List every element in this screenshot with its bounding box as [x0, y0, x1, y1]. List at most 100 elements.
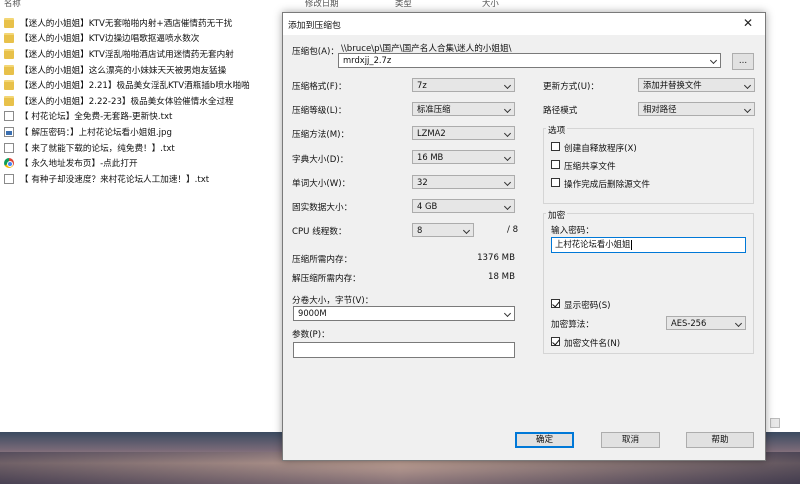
column-header-type[interactable]: 类型	[395, 0, 412, 9]
memory-compress-value: 1376 MB	[477, 253, 515, 263]
chevron-down-icon	[462, 226, 471, 235]
file-name: 【迷人的小姐姐】2.22-23】极品美女体验催情水全过程	[20, 96, 234, 107]
chevron-down-icon	[503, 129, 512, 138]
format-select[interactable]: 7z	[412, 78, 515, 92]
file-name: 【迷人的小姐姐】2.21】极品美女淫乱KTV酒瓶插b喷水啪啪	[20, 81, 250, 92]
file-name: 【 有种子却没速度？来村花论坛人工加速！】.txt	[20, 174, 210, 185]
dictionary-value: 16 MB	[417, 152, 444, 162]
file-row[interactable]: 【迷人的小姐姐】KTV边操边唱歌抠逼喷水数次	[4, 31, 250, 47]
file-list: 【迷人的小姐姐】KTV无套啪啪内射+酒店催情药无干扰 【迷人的小姐姐】KTV边操边…	[4, 15, 250, 187]
file-row[interactable]: 【 有种子却没速度？来村花论坛人工加速！】.txt	[4, 171, 250, 187]
file-row[interactable]: 【迷人的小姐姐】这么漂亮的小妹妹天天被男炮友猛操	[4, 62, 250, 78]
dictionary-select[interactable]: 16 MB	[412, 150, 515, 164]
view-tiles-icon[interactable]	[770, 418, 780, 428]
level-label: 压缩等级(L)：	[292, 106, 347, 116]
help-button[interactable]: 帮助	[686, 432, 754, 448]
threads-total: / 8	[507, 225, 519, 235]
update-mode-label: 更新方式(U)：	[543, 82, 599, 92]
file-name: 【迷人的小姐姐】这么漂亮的小妹妹天天被男炮友猛操	[20, 65, 227, 76]
word-size-value: 32	[417, 177, 428, 187]
encryption-group-title: 加密	[546, 209, 568, 221]
path-mode-label: 路径模式	[543, 106, 578, 116]
file-row[interactable]: 【 解压密码：】上村花论坛看小姐姐.jpg	[4, 124, 250, 140]
file-name: 【迷人的小姐姐】KTV淫乱啪啪酒店试用迷情药无套内射	[20, 49, 234, 60]
compress-shared-label[interactable]: 压缩共享文件	[564, 160, 616, 172]
archive-name-value: mrdxjj_2.7z	[343, 55, 392, 65]
threads-select[interactable]: 8	[412, 223, 474, 237]
encrypt-names-checkbox[interactable]	[551, 337, 560, 346]
text-caret	[631, 239, 633, 250]
options-group-title: 选项	[546, 124, 568, 136]
delete-after-label[interactable]: 操作完成后删除源文件	[564, 178, 650, 190]
file-row[interactable]: 【迷人的小姐姐】2.21】极品美女淫乱KTV酒瓶插b喷水啪啪	[4, 77, 250, 93]
file-row[interactable]: 【 永久地址发布页】-点此打开	[4, 155, 250, 171]
solid-block-value: 4 GB	[417, 201, 438, 211]
archive-name-combo[interactable]: mrdxjj_2.7z	[338, 53, 721, 68]
archive-label: 压缩包(A)：	[292, 47, 339, 57]
document-icon	[4, 142, 14, 153]
show-password-label[interactable]: 显示密码(S)	[564, 299, 611, 311]
encryption-method-label: 加密算法：	[551, 320, 594, 330]
chevron-down-icon	[734, 319, 743, 328]
file-row[interactable]: 【迷人的小姐姐】2.22-23】极品美女体验催情水全过程	[4, 93, 250, 109]
encryption-method-select[interactable]: AES-256	[666, 316, 746, 330]
memory-decompress-value: 18 MB	[488, 272, 515, 282]
password-label: 输入密码：	[551, 226, 594, 236]
image-icon	[4, 126, 14, 137]
add-to-archive-dialog: 添加到压缩包 ✕ 压缩包(A)： \\bruce\p\国产\国产名人合集\迷人的…	[282, 12, 766, 461]
folder-icon	[4, 80, 14, 91]
method-select[interactable]: LZMA2	[412, 126, 515, 140]
cancel-button[interactable]: 取消	[601, 432, 660, 448]
solid-block-select[interactable]: 4 GB	[412, 199, 515, 213]
file-row[interactable]: 【迷人的小姐姐】KTV淫乱啪啪酒店试用迷情药无套内射	[4, 46, 250, 62]
file-row[interactable]: 【迷人的小姐姐】KTV无套啪啪内射+酒店催情药无干扰	[4, 15, 250, 31]
ok-button[interactable]: 确定	[515, 432, 574, 448]
password-input[interactable]: 上村花论坛看小姐姐	[551, 237, 746, 253]
file-name: 【迷人的小姐姐】KTV无套啪啪内射+酒店催情药无干扰	[20, 18, 233, 29]
create-sfx-checkbox[interactable]	[551, 142, 560, 151]
path-mode-select[interactable]: 相对路径	[638, 102, 755, 116]
level-select[interactable]: 标准压缩	[412, 102, 515, 116]
update-mode-select[interactable]: 添加并替换文件	[638, 78, 755, 92]
chrome-icon	[4, 158, 14, 169]
level-value: 标准压缩	[417, 104, 451, 114]
browse-button[interactable]: ...	[732, 53, 754, 70]
chevron-down-icon	[503, 202, 512, 211]
chevron-down-icon	[503, 178, 512, 187]
dialog-titlebar[interactable]: 添加到压缩包 ✕	[283, 13, 765, 35]
document-icon	[4, 111, 14, 122]
delete-after-checkbox[interactable]	[551, 178, 560, 187]
column-header-name[interactable]: 名称	[4, 0, 21, 9]
folder-icon	[4, 33, 14, 44]
folder-icon	[4, 95, 14, 106]
word-size-select[interactable]: 32	[412, 175, 515, 189]
format-value: 7z	[417, 80, 427, 90]
file-name: 【迷人的小姐姐】KTV边操边唱歌抠逼喷水数次	[20, 34, 200, 45]
compress-shared-checkbox[interactable]	[551, 160, 560, 169]
dialog-title: 添加到压缩包	[288, 21, 341, 31]
method-label: 压缩方法(M)：	[292, 130, 350, 140]
show-password-checkbox[interactable]	[551, 299, 560, 308]
column-header-size[interactable]: 大小	[482, 0, 499, 9]
create-sfx-label[interactable]: 创建自释放程序(X)	[564, 142, 637, 154]
folder-icon	[4, 48, 14, 59]
threads-label: CPU 线程数：	[292, 227, 347, 237]
chevron-down-icon	[709, 56, 718, 65]
chevron-down-icon	[503, 105, 512, 114]
method-value: LZMA2	[417, 128, 446, 138]
chevron-down-icon	[503, 153, 512, 162]
split-volume-combo[interactable]: 9000M	[293, 306, 515, 321]
file-row[interactable]: 【 村花论坛】全免费-无套路-更新快.txt	[4, 109, 250, 125]
chevron-down-icon	[743, 105, 752, 114]
memory-decompress-label: 解压缩所需内存：	[292, 274, 361, 284]
chevron-down-icon	[503, 309, 512, 318]
file-row[interactable]: 【 来了就能下载的论坛，纯免费！】.txt	[4, 140, 250, 156]
dictionary-label: 字典大小(D)：	[292, 155, 349, 165]
chevron-down-icon	[743, 81, 752, 90]
chevron-down-icon	[503, 81, 512, 90]
parameters-input[interactable]	[293, 342, 515, 358]
close-icon[interactable]: ✕	[741, 16, 755, 30]
column-header-modified[interactable]: 修改日期	[305, 0, 339, 9]
encrypt-names-label[interactable]: 加密文件名(N)	[564, 337, 620, 349]
format-label: 压缩格式(F)：	[292, 82, 347, 92]
